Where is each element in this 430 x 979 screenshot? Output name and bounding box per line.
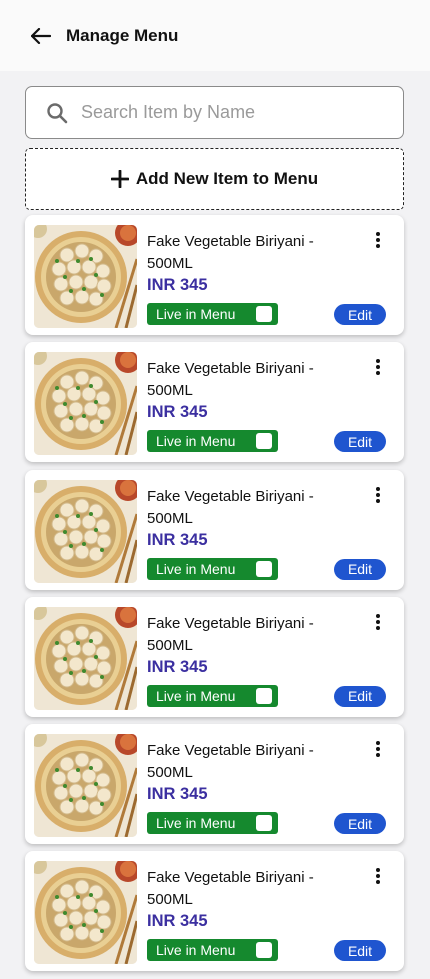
- edit-button[interactable]: Edit: [334, 558, 386, 580]
- live-in-menu-checkbox[interactable]: [256, 306, 272, 322]
- live-in-menu-checkbox[interactable]: [256, 687, 272, 704]
- live-in-menu-label: Live in Menu: [156, 942, 236, 959]
- more-vertical-icon[interactable]: [371, 231, 385, 249]
- edit-button[interactable]: Edit: [334, 304, 386, 325]
- page-title: Manage Menu: [66, 25, 179, 45]
- plus-icon: [110, 170, 129, 188]
- add-new-item-button[interactable]: Add New Item to Menu: [25, 148, 404, 210]
- food-image: [34, 861, 137, 965]
- add-new-item-label: Add New Item to Menu: [135, 169, 319, 188]
- menu-item-card: Fake Vegetable Biriyani - 500ML INR 345 …: [25, 215, 404, 335]
- search-bar[interactable]: [25, 86, 404, 139]
- menu-item-card: Fake Vegetable Biriyani - 500ML INR 345 …: [25, 469, 404, 590]
- edit-button[interactable]: Edit: [334, 813, 386, 835]
- item-name: Fake Vegetable Biriyani - 500ML: [147, 742, 314, 782]
- item-price: INR 345: [147, 785, 208, 804]
- item-name: Fake Vegetable Biriyani - 500ML: [147, 614, 314, 654]
- more-vertical-icon[interactable]: [371, 358, 385, 376]
- food-image: [34, 479, 137, 583]
- food-image: [34, 734, 137, 838]
- item-price: INR 345: [147, 530, 208, 549]
- item-price: INR 345: [147, 657, 208, 676]
- live-in-menu-toggle[interactable]: Live in Menu: [147, 430, 278, 453]
- item-name: Fake Vegetable Biriyani - 500ML: [147, 869, 314, 909]
- live-in-menu-toggle[interactable]: Live in Menu: [147, 684, 278, 707]
- item-price: INR 345: [147, 403, 208, 422]
- edit-button[interactable]: Edit: [334, 940, 386, 962]
- item-name: Fake Vegetable Biriyani - 500ML: [147, 487, 314, 527]
- live-in-menu-label: Live in Menu: [156, 687, 236, 704]
- item-price: INR 345: [147, 276, 208, 294]
- edit-button[interactable]: Edit: [334, 685, 386, 707]
- live-in-menu-toggle[interactable]: Live in Menu: [147, 303, 278, 325]
- menu-item-card: Fake Vegetable Biriyani - 500ML INR 345 …: [25, 724, 404, 845]
- live-in-menu-checkbox[interactable]: [256, 942, 272, 959]
- more-vertical-icon[interactable]: [371, 740, 385, 758]
- live-in-menu-toggle[interactable]: Live in Menu: [147, 939, 278, 962]
- live-in-menu-label: Live in Menu: [156, 815, 236, 832]
- item-name: Fake Vegetable Biriyani - 500ML: [147, 233, 314, 272]
- search-icon: [47, 102, 68, 123]
- live-in-menu-toggle[interactable]: Live in Menu: [147, 812, 278, 835]
- food-image: [34, 606, 137, 710]
- menu-item-card: Fake Vegetable Biriyani - 500ML INR 345 …: [25, 342, 404, 463]
- food-image: [34, 352, 137, 456]
- menu-item-list: Fake Vegetable Biriyani - 500ML INR 345 …: [25, 215, 404, 979]
- live-in-menu-label: Live in Menu: [156, 433, 236, 450]
- item-name: Fake Vegetable Biriyani - 500ML: [147, 360, 314, 400]
- more-vertical-icon[interactable]: [371, 486, 385, 504]
- app-header: Manage Menu: [0, 0, 430, 71]
- menu-item-card: Fake Vegetable Biriyani - 500ML INR 345 …: [25, 851, 404, 972]
- live-in-menu-label: Live in Menu: [156, 560, 236, 577]
- live-in-menu-label: Live in Menu: [156, 306, 236, 322]
- live-in-menu-checkbox[interactable]: [256, 815, 272, 832]
- live-in-menu-toggle[interactable]: Live in Menu: [147, 557, 278, 580]
- live-in-menu-checkbox[interactable]: [256, 560, 272, 577]
- item-price: INR 345: [147, 912, 208, 931]
- menu-item-card: Fake Vegetable Biriyani - 500ML INR 345 …: [25, 596, 404, 717]
- edit-button[interactable]: Edit: [334, 431, 386, 453]
- search-input[interactable]: [81, 102, 381, 123]
- more-vertical-icon[interactable]: [371, 613, 385, 631]
- more-vertical-icon[interactable]: [371, 867, 385, 885]
- food-image: [34, 225, 137, 328]
- live-in-menu-checkbox[interactable]: [256, 433, 272, 450]
- arrow-left-icon[interactable]: [30, 25, 52, 47]
